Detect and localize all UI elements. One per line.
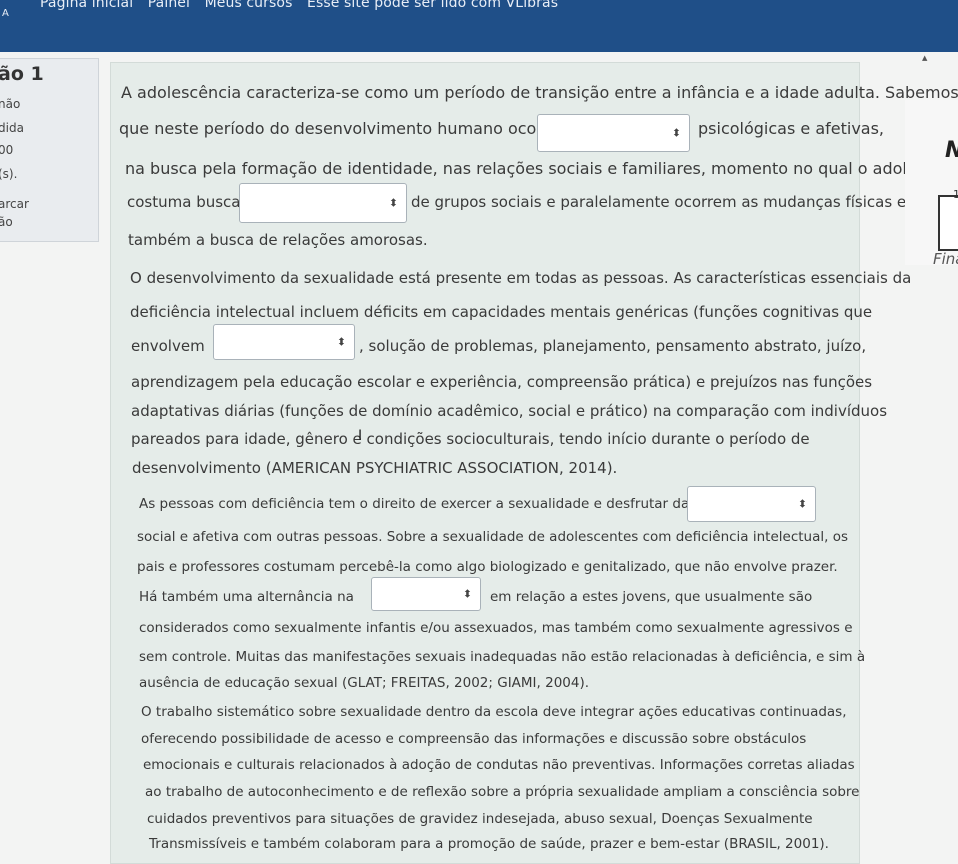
- p1-line-2b: psicológicas e afetivas,: [698, 119, 885, 138]
- answer-dropdown-3[interactable]: ⬍: [213, 324, 355, 360]
- p3-line-1a: As pessoas com deficiência tem o direito…: [139, 496, 690, 512]
- p4-line-6: Transmissíveis e também colaboram para a…: [149, 836, 829, 852]
- p1-line-5: também a busca de relações amorosas.: [128, 231, 428, 249]
- nav-home-link[interactable]: Página inicial: [40, 0, 133, 11]
- corner-letter: A: [2, 8, 9, 19]
- question-text-card: A adolescência caracteriza-se como um pe…: [110, 62, 958, 864]
- answer-dropdown-4[interactable]: ⬍: [687, 486, 816, 522]
- collapse-arrow-icon[interactable]: ▲: [922, 54, 927, 62]
- p4-line-2: oferecendo possibilidade de acesso e com…: [141, 731, 807, 747]
- dropdown-arrow-icon: ⬍: [388, 196, 398, 210]
- answer-dropdown-5[interactable]: ⬍: [371, 577, 481, 611]
- p4-line-3: emocionais e culturais relacionados à ad…: [143, 757, 855, 773]
- dropdown-arrow-icon: ⬍: [462, 587, 472, 601]
- p2-line-1: O desenvolvimento da sexualidade está pr…: [130, 269, 912, 287]
- nav-dashboard-link[interactable]: Painel: [148, 0, 190, 11]
- question-score-2: (s).: [0, 167, 18, 181]
- p1-line-2a: que neste período do desenvolvimento hum…: [119, 119, 575, 138]
- nav-links: Página inicial Painel Meus cursos Esse s…: [40, 0, 568, 11]
- p2-line-3a: envolvem: [131, 337, 205, 355]
- p2-line-7: desenvolvimento (AMERICAN PSYCHIATRIC AS…: [132, 459, 618, 477]
- p1-line-3: na busca pela formação de identidade, na…: [125, 159, 958, 178]
- p3-line-4b: em relação a estes jovens, que usualment…: [490, 589, 813, 605]
- question-extra: ão: [0, 215, 13, 229]
- flag-question-link[interactable]: arcar: [0, 197, 29, 211]
- p3-line-4a: Há também uma alternância na: [139, 589, 354, 605]
- p3-line-7: ausência de educação sexual (GLAT; FREIT…: [139, 675, 590, 691]
- p3-line-6: sem controle. Muitas das manifestações s…: [139, 649, 866, 665]
- dropdown-arrow-icon: ⬍: [671, 126, 681, 140]
- p2-line-2: deficiência intelectual incluem déficits…: [130, 303, 873, 321]
- p2-line-3b: , solução de problemas, planejamento, pe…: [359, 337, 867, 355]
- nav-my-courses-link[interactable]: Meus cursos: [205, 0, 293, 11]
- question-number: ão 1: [0, 63, 44, 85]
- p1-line-4b: de grupos sociais e paralelamente ocorre…: [411, 193, 907, 211]
- p4-line-1: O trabalho sistemático sobre sexualidade…: [141, 704, 847, 720]
- finish-attempt-link[interactable]: Fina: [933, 250, 958, 268]
- nav-vlibras-link[interactable]: Esse site pode ser lido com VLibras: [307, 0, 558, 11]
- p3-line-5: considerados como sexualmente infantis e…: [139, 620, 853, 636]
- p2-line-4: aprendizagem pela educação escolar e exp…: [131, 373, 873, 391]
- question-info-panel: ão 1 não dida 00 (s). arcar ão: [0, 58, 99, 242]
- question-status: não: [0, 97, 21, 111]
- p2-line-6: pareados para idade, gênero e condições …: [131, 430, 810, 448]
- p1-line-1: A adolescência caracteriza-se como um pe…: [121, 83, 958, 102]
- question-status-2: dida: [0, 121, 24, 135]
- p1-line-4a: costuma buscar: [127, 193, 247, 211]
- question-nav-button-1[interactable]: [938, 195, 958, 251]
- dropdown-arrow-icon: ⬍: [797, 497, 807, 511]
- p3-line-2: social e afetiva com outras pessoas. Sob…: [137, 529, 848, 545]
- quiz-navigation-heading: N: [945, 138, 958, 163]
- p4-line-5: cuidados preventivos para situações de g…: [147, 811, 813, 827]
- answer-dropdown-1[interactable]: ⬍: [537, 114, 690, 152]
- p4-line-4: ao trabalho de autoconhecimento e de ref…: [145, 784, 860, 800]
- quiz-navigation-panel: N 1 Fina: [905, 100, 958, 268]
- question-score: 00: [0, 143, 14, 157]
- dropdown-arrow-icon: ⬍: [336, 335, 346, 349]
- text-cursor-icon: I: [358, 428, 363, 444]
- p3-line-3: pais e professores costumam percebê-la c…: [137, 559, 838, 575]
- p2-line-5: adaptativas diárias (funções de domínio …: [131, 402, 888, 420]
- question-nav-number: 1: [953, 188, 958, 201]
- top-navigation-bar: A Página inicial Painel Meus cursos Esse…: [0, 0, 958, 52]
- answer-dropdown-2[interactable]: ⬍: [239, 183, 407, 223]
